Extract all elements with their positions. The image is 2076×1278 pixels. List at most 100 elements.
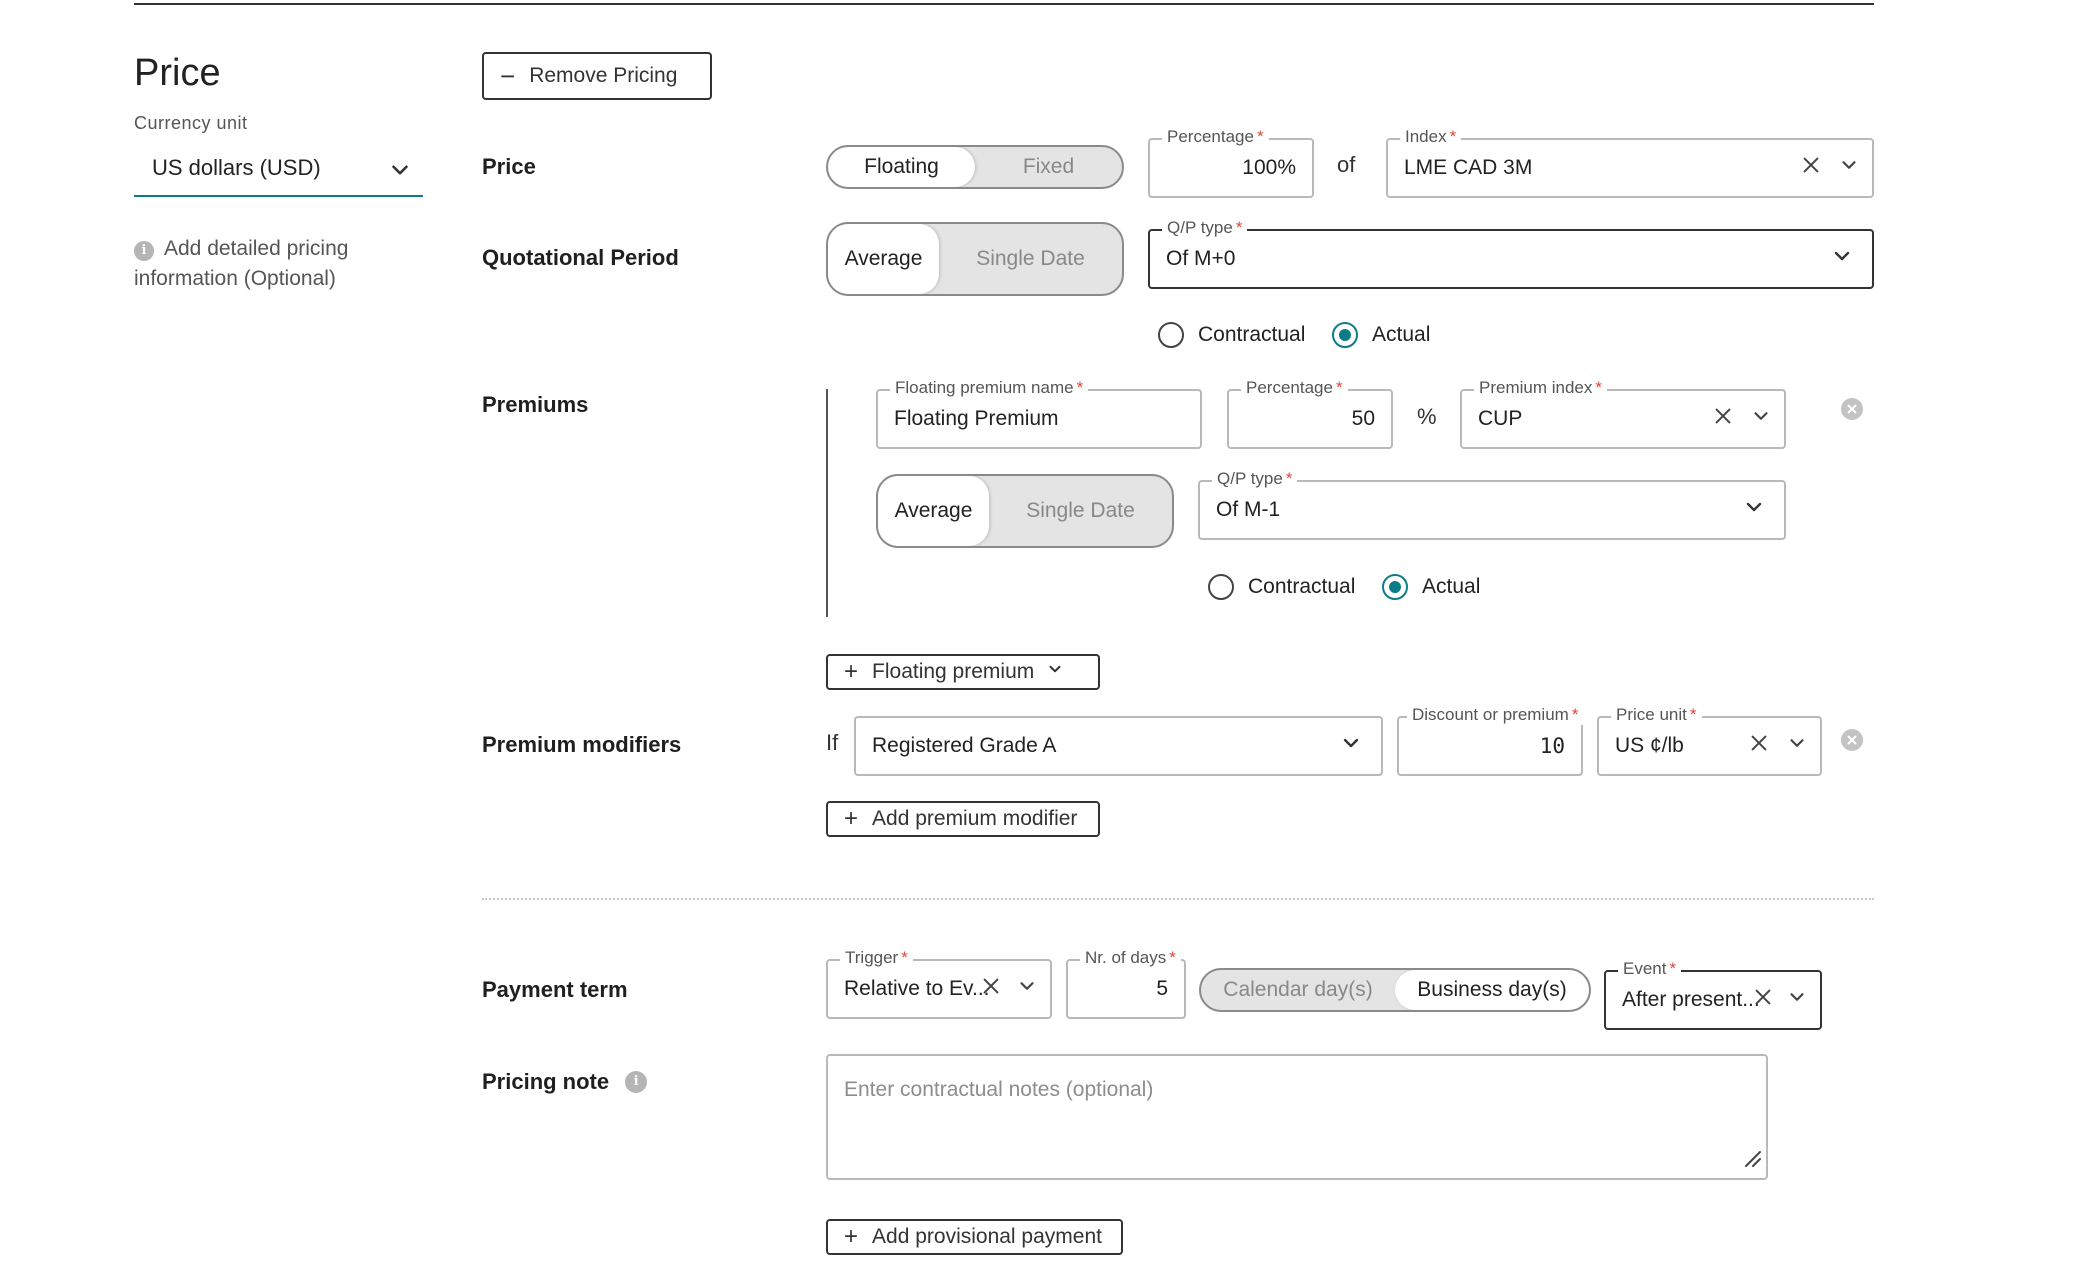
chevron-down-icon[interactable] [1838, 154, 1860, 182]
detailed-pricing-info[interactable]: i Add detailed pricing information (Optio… [134, 234, 414, 294]
field-label: Premium index * [1474, 378, 1607, 398]
modifier-condition-select[interactable]: Registered Grade A [854, 716, 1383, 776]
pricing-note-label: Pricing note [482, 1069, 610, 1094]
field-label: Q/P type * [1212, 469, 1298, 489]
premium-modifiers-label: Premium modifiers [482, 732, 682, 757]
add-premium-modifier-label: Add premium modifier [872, 807, 1078, 830]
field-label: Nr. of days * [1080, 948, 1181, 968]
trigger-select[interactable]: Trigger * Relative to Ev... [826, 948, 1052, 1019]
of-text: of [1337, 152, 1356, 177]
discount-premium-value: 10 [1539, 734, 1565, 758]
payment-term-label: Payment term [482, 977, 628, 1002]
radio-label: Actual [1372, 323, 1431, 346]
chevron-down-icon[interactable] [1786, 986, 1808, 1014]
toggle-single-date[interactable]: Single Date [989, 476, 1172, 546]
info-icon[interactable]: i [625, 1071, 648, 1093]
price-index-select[interactable]: Index * LME CAD 3M [1386, 127, 1874, 198]
premium-percentage-value: 50 [1351, 407, 1375, 430]
info-icon: i [134, 241, 154, 261]
pricing-note-textarea[interactable]: Enter contractual notes (optional) [826, 1054, 1768, 1180]
radio-circle [1158, 322, 1184, 348]
remove-pricing-label: Remove Pricing [529, 64, 678, 87]
price-unit-select[interactable]: Price unit * US ¢/lb [1597, 705, 1822, 776]
field-label: Index * [1400, 127, 1462, 147]
radio-circle [1208, 574, 1234, 600]
chevron-down-icon[interactable] [1339, 731, 1363, 761]
qp-type-select[interactable]: Q/P type * Of M+0 [1148, 218, 1874, 289]
clear-icon[interactable] [1712, 405, 1734, 433]
clear-icon[interactable] [1800, 154, 1822, 182]
add-provisional-payment-button[interactable]: + Add provisional payment [826, 1219, 1123, 1255]
toggle-average[interactable]: Average [878, 476, 989, 546]
remove-premium-icon[interactable] [1841, 398, 1863, 420]
price-unit-value: US ¢/lb [1615, 734, 1684, 757]
chevron-down-icon [1046, 660, 1064, 684]
toggle-floating[interactable]: Floating [828, 147, 975, 187]
toggle-average[interactable]: Average [828, 224, 939, 294]
price-index-value: LME CAD 3M [1404, 156, 1533, 179]
plus-icon: + [844, 658, 859, 685]
price-type-toggle[interactable]: Floating Fixed [826, 145, 1124, 189]
floating-premium-button[interactable]: + Floating premium [826, 654, 1100, 690]
qp-average-toggle[interactable]: Average Single Date [826, 222, 1124, 296]
remove-modifier-icon[interactable] [1841, 729, 1863, 751]
radio-actual[interactable]: Actual [1332, 322, 1430, 348]
toggle-calendar-days[interactable]: Calendar day(s) [1201, 970, 1395, 1010]
field-label: Trigger * [840, 948, 913, 968]
currency-unit-label: Currency unit [134, 113, 248, 133]
radio-label: Contractual [1248, 575, 1356, 598]
toggle-business-days[interactable]: Business day(s) [1395, 970, 1589, 1010]
detailed-pricing-text: Add detailed pricing information (Option… [134, 237, 349, 290]
price-percentage-field[interactable]: Percentage * 100% [1148, 127, 1314, 198]
section-divider [482, 898, 1874, 900]
radio-label: Contractual [1198, 323, 1306, 346]
event-select[interactable]: Event * After present... [1604, 959, 1822, 1030]
chevron-down-icon[interactable] [1786, 732, 1808, 760]
clear-icon[interactable] [980, 975, 1002, 1003]
premium-qp-toggle[interactable]: Average Single Date [876, 474, 1174, 548]
floating-premium-name-field[interactable]: Floating premium name * Floating Premium [876, 378, 1202, 449]
quotational-period-label: Quotational Period [482, 245, 679, 270]
day-type-toggle[interactable]: Calendar day(s) Business day(s) [1199, 968, 1591, 1012]
plus-icon: + [844, 1223, 859, 1250]
resize-handle-icon[interactable] [1742, 1148, 1762, 1174]
radio-contractual[interactable]: Contractual [1158, 322, 1305, 348]
premiums-label: Premiums [482, 392, 589, 417]
clear-icon[interactable] [1748, 732, 1770, 760]
event-value: After present... [1622, 988, 1760, 1011]
minus-icon: − [500, 61, 516, 91]
radio-label: Actual [1422, 575, 1481, 598]
premium-index-value: CUP [1478, 407, 1523, 430]
percent-sign: % [1417, 404, 1437, 429]
plus-icon: + [844, 805, 859, 832]
qp-type-value: Of M+0 [1166, 247, 1236, 270]
premium-index-select[interactable]: Premium index * CUP [1460, 378, 1786, 449]
top-divider [134, 3, 1874, 5]
floating-premium-label: Floating premium [872, 660, 1035, 683]
currency-unit-select[interactable]: US dollars (USD) [134, 145, 423, 197]
page-title: Price [134, 52, 221, 94]
premium-percentage-field[interactable]: Percentage * 50 [1227, 378, 1393, 449]
radio-circle-selected [1332, 322, 1358, 348]
chevron-down-icon[interactable] [1750, 405, 1772, 433]
toggle-single-date[interactable]: Single Date [939, 224, 1122, 294]
toggle-fixed[interactable]: Fixed [975, 147, 1122, 187]
days-value: 5 [1156, 977, 1168, 1000]
price-row-label: Price [482, 154, 536, 179]
trigger-value: Relative to Ev... [844, 977, 990, 1000]
field-label: Q/P type * [1162, 218, 1248, 238]
chevron-down-icon[interactable] [1830, 244, 1854, 274]
radio-circle-selected [1382, 574, 1408, 600]
chevron-down-icon[interactable] [1016, 975, 1038, 1003]
pricing-note-label-group: Pricing note i [482, 1069, 657, 1095]
add-premium-modifier-button[interactable]: + Add premium modifier [826, 801, 1100, 837]
premium-qp-type-select[interactable]: Q/P type * Of M-1 [1198, 469, 1786, 540]
chevron-down-icon[interactable] [1742, 495, 1766, 525]
remove-pricing-button[interactable]: − Remove Pricing [482, 52, 712, 100]
premium-radio-actual[interactable]: Actual [1382, 574, 1480, 600]
clear-icon[interactable] [1752, 986, 1774, 1014]
days-field[interactable]: Nr. of days * 5 [1066, 948, 1186, 1019]
premium-radio-contractual[interactable]: Contractual [1208, 574, 1355, 600]
field-label: Percentage * [1241, 378, 1348, 398]
discount-premium-field[interactable]: Discount or premium * 10 [1397, 705, 1584, 776]
